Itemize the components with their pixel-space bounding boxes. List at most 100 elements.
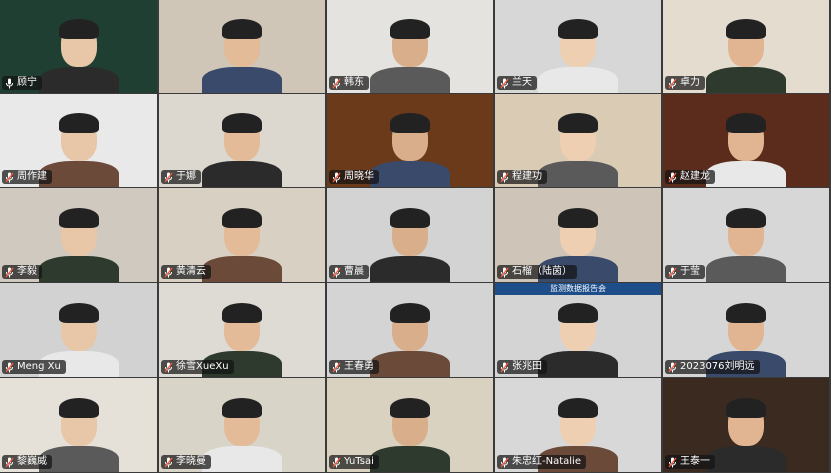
participant-hair bbox=[222, 303, 262, 323]
participant-name-tag: 顾宁 bbox=[2, 76, 42, 90]
participant-tile[interactable]: YuTsai bbox=[327, 378, 493, 472]
mic-muted-icon bbox=[164, 362, 173, 373]
participant-tile[interactable]: 程建功 bbox=[495, 94, 661, 187]
participant-tile[interactable]: 王泰一 bbox=[663, 378, 829, 472]
participant-hair bbox=[558, 303, 598, 323]
participant-name-tag: 李晓曼 bbox=[161, 455, 211, 469]
participant-name-tag: 石榴（陆茵） bbox=[497, 265, 577, 279]
mic-muted-icon bbox=[500, 267, 509, 278]
participant-name: 王春勇 bbox=[344, 361, 374, 372]
participant-body bbox=[370, 256, 450, 282]
mic-muted-icon bbox=[332, 267, 341, 278]
participant-tile[interactable]: 曹晨 bbox=[327, 188, 493, 282]
participant-tile[interactable]: 兰天 bbox=[495, 0, 661, 93]
participant-body bbox=[38, 67, 119, 93]
participant-tile[interactable]: 石榴（陆茵） bbox=[495, 188, 661, 282]
participant-name-tag: 2023076刘明远 bbox=[665, 360, 760, 374]
participant-tile[interactable]: 顾宁 bbox=[0, 0, 157, 93]
participant-hair bbox=[558, 113, 598, 133]
participant-body bbox=[370, 446, 450, 472]
participant-name: 于娜 bbox=[176, 171, 196, 182]
participant-name-tag: 王泰一 bbox=[665, 455, 715, 469]
participant-video bbox=[38, 13, 119, 93]
participant-hair bbox=[390, 113, 430, 133]
participant-body bbox=[202, 67, 282, 93]
participant-hair bbox=[58, 19, 99, 39]
mic-muted-icon bbox=[500, 172, 509, 183]
participant-name-tag: 张兆田 bbox=[497, 360, 547, 374]
participant-name-tag: 于莹 bbox=[665, 265, 705, 279]
participant-video bbox=[706, 202, 786, 282]
participant-tile[interactable]: 徐雪XueXu bbox=[159, 283, 325, 377]
participant-tile[interactable]: 于莹 bbox=[663, 188, 829, 282]
participant-video bbox=[202, 13, 282, 93]
participant-tile[interactable]: 黄清云 bbox=[159, 188, 325, 282]
participant-tile[interactable]: 王春勇 bbox=[327, 283, 493, 377]
participant-tile[interactable]: 于娜 bbox=[159, 94, 325, 187]
video-banner-text: 监测数据报告会 bbox=[495, 283, 661, 295]
participant-hair bbox=[58, 208, 99, 228]
participant-hair bbox=[58, 303, 99, 323]
participant-hair bbox=[222, 398, 262, 418]
mic-muted-icon bbox=[500, 362, 509, 373]
participant-body bbox=[706, 161, 786, 187]
participant-hair bbox=[726, 208, 766, 228]
participant-name-tag: 朱忠红-Natalie bbox=[497, 455, 586, 469]
participant-video bbox=[202, 392, 282, 472]
participant-name: 2023076刘明远 bbox=[680, 361, 755, 372]
participant-name: 徐雪XueXu bbox=[176, 361, 229, 372]
participant-name: 程建功 bbox=[512, 171, 542, 182]
participant-tile[interactable]: 黎巍威 bbox=[0, 378, 157, 472]
participant-video bbox=[706, 107, 786, 187]
mic-muted-icon bbox=[164, 457, 173, 468]
participant-hair bbox=[390, 19, 430, 39]
participant-body bbox=[538, 351, 618, 377]
mic-muted-icon bbox=[332, 78, 341, 89]
participant-video bbox=[370, 392, 450, 472]
participant-hair bbox=[222, 208, 262, 228]
participant-name-tag: 卓力 bbox=[665, 76, 705, 90]
participant-name-tag: 徐雪XueXu bbox=[161, 360, 234, 374]
participant-tile[interactable]: 韩东 bbox=[327, 0, 493, 93]
participant-tile[interactable] bbox=[159, 0, 325, 93]
participant-tile[interactable]: 2023076刘明远 bbox=[663, 283, 829, 377]
participant-tile[interactable]: 周作建 bbox=[0, 94, 157, 187]
participant-tile[interactable]: 李晓曼 bbox=[159, 378, 325, 472]
participant-name-tag: 兰天 bbox=[497, 76, 537, 90]
participant-tile[interactable]: Meng Xu bbox=[0, 283, 157, 377]
participant-tile[interactable]: 李毅 bbox=[0, 188, 157, 282]
participant-video bbox=[706, 392, 786, 472]
participant-name-tag: 周作建 bbox=[2, 170, 52, 184]
participant-tile[interactable]: 监测数据报告会 张兆田 bbox=[495, 283, 661, 377]
mic-muted-icon bbox=[5, 362, 14, 373]
participant-name: 李晓曼 bbox=[176, 456, 206, 467]
participant-tile[interactable]: 赵建龙 bbox=[663, 94, 829, 187]
participant-name: 兰天 bbox=[512, 77, 532, 88]
participant-name: 曹晨 bbox=[344, 266, 364, 277]
participant-name: 顾宁 bbox=[17, 77, 37, 88]
mic-icon bbox=[5, 78, 14, 89]
participant-name-tag: Meng Xu bbox=[2, 360, 66, 374]
participant-hair bbox=[222, 19, 262, 39]
participant-body bbox=[202, 446, 282, 472]
participant-name: 李毅 bbox=[17, 266, 37, 277]
participant-tile[interactable]: 朱忠红-Natalie bbox=[495, 378, 661, 472]
participant-name: YuTsai bbox=[344, 456, 374, 467]
participant-name-tag: 曹晨 bbox=[329, 265, 369, 279]
participant-video bbox=[370, 107, 450, 187]
participant-hair bbox=[390, 303, 430, 323]
mic-muted-icon bbox=[332, 172, 341, 183]
participant-hair bbox=[726, 113, 766, 133]
participant-video bbox=[706, 13, 786, 93]
participant-hair bbox=[58, 113, 99, 133]
participant-name: 于莹 bbox=[680, 266, 700, 277]
participant-tile[interactable]: 周晓华 bbox=[327, 94, 493, 187]
participant-tile[interactable]: 卓力 bbox=[663, 0, 829, 93]
participant-name: Meng Xu bbox=[17, 361, 61, 372]
mic-muted-icon bbox=[5, 267, 14, 278]
participant-name: 朱忠红-Natalie bbox=[512, 456, 581, 467]
participant-video bbox=[202, 202, 282, 282]
participant-body bbox=[202, 161, 282, 187]
participant-name: 韩东 bbox=[344, 77, 364, 88]
participant-hair bbox=[558, 19, 598, 39]
